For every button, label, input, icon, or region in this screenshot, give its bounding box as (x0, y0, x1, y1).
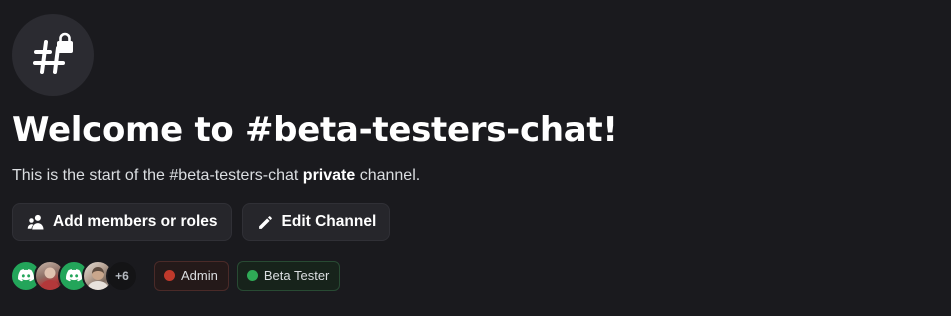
edit-channel-button[interactable]: Edit Channel (241, 203, 391, 241)
channel-welcome: Welcome to #beta-testers-chat! This is t… (0, 0, 951, 316)
description-private: private (302, 167, 356, 184)
more-members-count: +6 (106, 259, 138, 292)
add-members-label: Add members or roles (53, 213, 218, 230)
role-color-dot (246, 270, 258, 281)
pencil-icon (257, 214, 274, 231)
channel-description: This is the start of the #beta-testers-c… (12, 164, 420, 188)
add-members-icon (27, 213, 45, 231)
members-row: +6 Admin Beta Tester (10, 259, 341, 292)
role-name: Beta Tester (263, 268, 330, 283)
role-color-dot (164, 270, 175, 281)
edit-channel-label: Edit Channel (281, 213, 377, 230)
hashtag-lock-icon (12, 14, 94, 96)
role-name: Admin (181, 268, 218, 283)
channel-actions: Add members or roles Edit Channel (12, 203, 391, 241)
role-tag-admin[interactable]: Admin (154, 260, 229, 291)
description-prefix: This is the start of the #beta-testers-c… (12, 167, 303, 184)
description-suffix: channel. (355, 167, 421, 184)
add-members-button[interactable]: Add members or roles (12, 203, 232, 241)
member-avatars[interactable]: +6 (10, 259, 138, 292)
role-tag-beta-tester[interactable]: Beta Tester (236, 260, 341, 291)
welcome-title: Welcome to #beta-testers-chat! (12, 110, 618, 150)
